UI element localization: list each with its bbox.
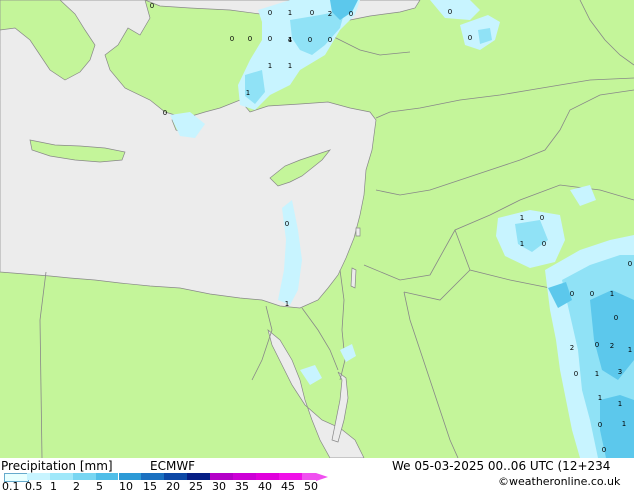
precip-value-label: 1 [520,214,524,222]
legend-swatch [141,473,165,480]
legend-swatch [26,473,50,480]
legend-tick-label: 45 [281,480,295,493]
precip-value-label: 0 [595,341,599,349]
legend-tick-label: 35 [235,480,249,493]
precip-value-label: 1 [288,9,292,17]
legend-swatch [95,473,119,480]
precip-value-label: 0 [230,35,234,43]
model-name: ECMWF [150,459,196,473]
precip-value-label: 0 [614,314,618,322]
legend-swatch [187,473,211,480]
precip-value-label: 2 [570,344,574,352]
legend-swatch [72,473,96,480]
precip-value-label: 0 [248,35,252,43]
precip-value-label: 1 [268,62,272,70]
legend-tick-label: 10 [119,480,133,493]
legend-swatch [118,473,142,480]
legend-title: Precipitation [mm] [1,459,113,473]
valid-datetime: We 05-03-2025 00..06 UTC (12+234 [392,459,611,473]
sea-of-galilee [355,227,361,237]
precip-value-label: 0 [542,240,546,248]
legend-tick-label: 5 [96,480,103,493]
precip-value-label: 2 [328,10,332,18]
precip-value-label: 0 [328,36,332,44]
precip-value-label: 1 [595,370,599,378]
legend-tick-label: 0.1 [2,480,20,493]
precipitation-map: 0 1 0 2 00 0 0 1 0 04 01 11000011 01 00 0 102 0 2 10 1 3110 1… [0,0,634,458]
legend-swatch [255,473,279,480]
legend-swatch [233,473,256,480]
precip-value-label: 0 [308,36,312,44]
precip-value-label: 0 [268,9,272,17]
precip-value-label: 3 [618,368,622,376]
legend-tick-label: 40 [258,480,272,493]
legend-tick-label: 20 [166,480,180,493]
precip-value-label: 1 [622,420,626,428]
legend-swatch [49,473,73,480]
precip-value-label: 0 [310,9,314,17]
legend-tick-label: 50 [304,480,318,493]
precip-value-label: 0 [163,109,167,117]
legend-swatch [301,473,316,480]
precip-value-label: 0 [574,370,578,378]
legend-tick-label: 0.5 [25,480,43,493]
precip-value-label: 1 [628,346,632,354]
precip-value-label: 1 [610,290,614,298]
legend-tick-label: 30 [212,480,226,493]
precip-value-label: 0 [468,34,472,42]
credit-text: ©weatheronline.co.uk [498,475,621,488]
legend-tick-label: 1 [50,480,57,493]
legend-swatch [278,473,302,480]
legend-swatch [164,473,188,480]
legend-swatch [210,473,233,480]
precip-value-label: 1 [246,89,250,97]
legend-tick-label: 25 [189,480,203,493]
precip-value-label: 0 [598,421,602,429]
precip-value-label: 0 [150,2,154,10]
precip-value-label: 0 [349,10,353,18]
precip-value-label: 0 [602,446,606,454]
precip-value-label: 0 [590,290,594,298]
precip-value-label: 2 [610,342,614,350]
precip-value-label: 0 [628,260,632,268]
precip-value-label: 1 [618,400,622,408]
precip-value-label: 0 [570,290,574,298]
precip-value-label: 0 [540,214,544,222]
precip-value-label: 4 [288,36,293,44]
precip-value-label: 1 [285,300,289,308]
legend-tick-label: 15 [143,480,157,493]
precip-value-label: 0 [448,8,452,16]
legend-tick-label: 2 [73,480,80,493]
dead-sea [350,267,357,289]
precip-value-label: 1 [598,394,602,402]
precip-value-label: 1 [288,62,292,70]
precip-value-label: 0 [268,35,272,43]
precip-value-label: 0 [285,220,289,228]
precip-value-label: 1 [520,240,524,248]
